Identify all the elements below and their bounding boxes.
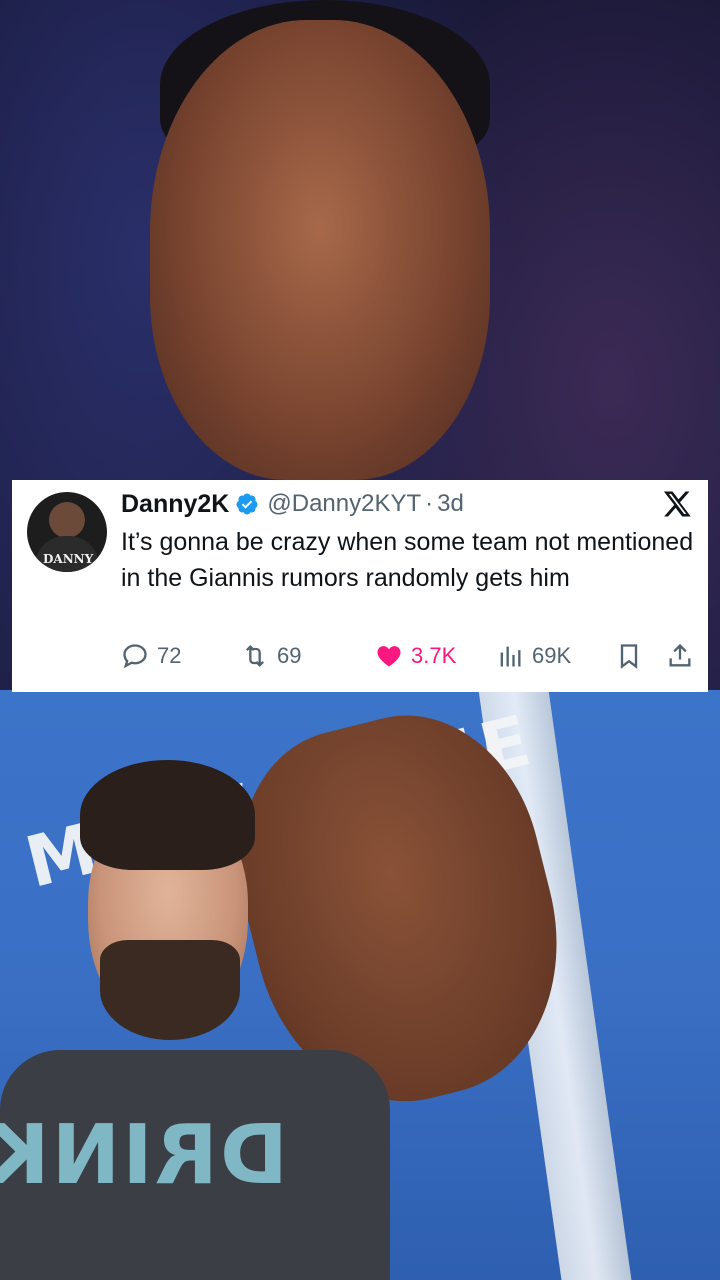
avatar[interactable]: DANNY: [27, 492, 107, 572]
reactor-shirt-print: DRINK: [0, 1108, 288, 1203]
bookmark-icon: [620, 644, 638, 669]
user-handle[interactable]: @Danny2KYT: [267, 490, 421, 518]
share-button[interactable]: [666, 638, 694, 674]
view-count: 69K: [532, 643, 572, 668]
share-icon: [669, 643, 691, 667]
views-icon: [500, 646, 521, 667]
like-count: 3.7K: [411, 643, 457, 668]
player-face: [150, 20, 490, 480]
reply-count: 72: [157, 643, 182, 668]
post-time[interactable]: 3d: [437, 490, 464, 518]
views-button[interactable]: 69K: [496, 638, 571, 674]
avatar-label: DANNY: [43, 552, 94, 566]
tweet-actions: 72 69 3.7K 69K: [121, 638, 697, 674]
avatar-head: [49, 502, 85, 538]
heart-icon: [377, 646, 401, 667]
tweet-header: Danny2K @Danny2KYT · 3d: [121, 488, 464, 520]
reply-button[interactable]: 72: [121, 638, 181, 674]
bookmark-button[interactable]: [615, 638, 643, 674]
repost-button[interactable]: 69: [241, 638, 301, 674]
reactor-beard: [100, 940, 240, 1040]
display-name[interactable]: Danny2K: [121, 490, 229, 519]
reply-icon: [123, 644, 147, 669]
reactor-hair: [80, 760, 255, 870]
repost-count: 69: [277, 643, 302, 668]
separator-dot: ·: [425, 490, 434, 517]
repost-icon: [246, 645, 264, 667]
tweet-card[interactable]: DANNY Danny2K @Danny2KYT · 3d It’s gonna…: [12, 480, 708, 692]
x-logo-icon: [663, 491, 691, 517]
like-button[interactable]: 3.7K: [375, 638, 456, 674]
tweet-text: It’s gonna be crazy when some team not m…: [121, 528, 694, 592]
verified-badge-icon: [236, 493, 258, 515]
